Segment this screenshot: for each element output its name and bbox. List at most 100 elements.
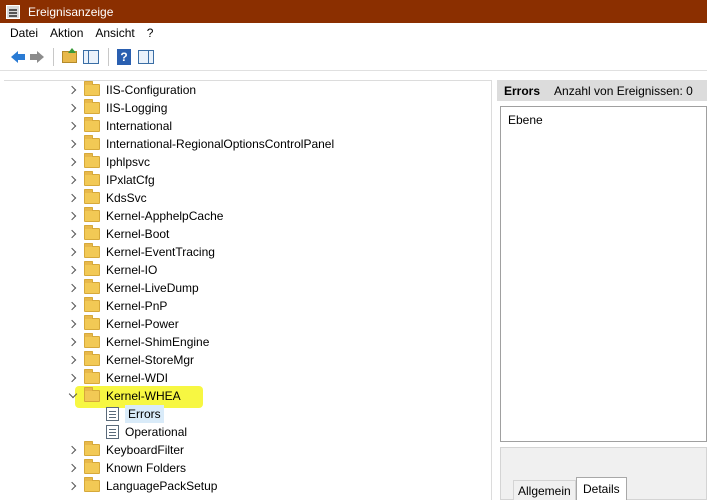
expand-chevron-icon[interactable] [67,481,78,491]
expand-chevron-icon[interactable] [67,85,78,95]
tree-item-operational-log[interactable]: Operational [4,423,491,441]
log-title: Errors [504,83,541,98]
tree-item[interactable]: International-RegionalOptionsControlPane… [4,135,491,153]
expand-chevron-icon[interactable] [67,193,78,203]
expand-chevron-icon[interactable] [67,373,78,383]
expand-chevron-icon[interactable] [67,445,78,455]
tree-item[interactable]: Kernel-ApphelpCache [4,207,491,225]
tree-item-label: International-RegionalOptionsControlPane… [106,137,335,151]
log-header: Errors Anzahl von Ereignissen: 0 [497,80,707,101]
window-title: Ereignisanzeige [28,4,114,19]
tree-item[interactable]: IIS-Logging [4,99,491,117]
show-hide-tree-button[interactable] [81,47,101,67]
folder-icon [84,153,100,168]
expand-chevron-icon[interactable] [67,463,78,473]
tree-item[interactable]: KeyboardFilter [4,441,491,459]
menu-help[interactable]: ? [141,23,160,43]
forward-arrow-icon [29,50,44,63]
expand-chevron-icon[interactable] [67,139,78,149]
tree-item[interactable]: Kernel-StoreMgr [4,351,491,369]
tree-item[interactable]: IIS-Configuration [4,81,491,99]
tree-item[interactable]: Kernel-ShimEngine [4,333,491,351]
menu-ansicht[interactable]: Ansicht [89,23,140,43]
folder-icon [84,225,100,240]
tree-item-label: Kernel-ApphelpCache [106,209,224,223]
column-header-level[interactable]: Ebene [508,113,543,127]
tree-item[interactable]: Kernel-IO [4,261,491,279]
tree-item[interactable]: Kernel-PnP [4,297,491,315]
tree-item-label: Errors [125,405,164,423]
expand-chevron-icon[interactable] [67,121,78,131]
show-hide-action-pane-button[interactable] [136,47,156,67]
tree-item-label: IIS-Logging [106,101,168,115]
tree-item-label: Kernel-WDI [106,371,169,385]
tree-item[interactable]: Iphlpsvc [4,153,491,171]
tree-item-label: Kernel-IO [106,263,158,277]
tree-item[interactable]: KdsSvc [4,189,491,207]
tree-item[interactable]: LanguagePackSetup [4,477,491,495]
event-log-icon [106,425,119,439]
expand-chevron-icon[interactable] [67,283,78,293]
expand-chevron-icon[interactable] [67,355,78,365]
expand-chevron-icon[interactable] [67,157,78,167]
tree-item-label: LanguagePackSetup [106,479,218,493]
tree-item-label: Kernel-EventTracing [106,245,215,259]
help-button[interactable]: ? [114,47,134,67]
tree-item-label: KdsSvc [106,191,147,205]
folder-icon [84,189,100,204]
forward-button[interactable] [26,47,46,67]
tree-item[interactable]: Kernel-Boot [4,225,491,243]
expand-chevron-icon[interactable] [67,301,78,311]
folder-icon [84,117,100,132]
tab-allgemein[interactable]: Allgemein [513,480,576,500]
toolbar: ? [0,43,707,71]
folder-up-icon [61,47,77,63]
tree-item[interactable]: Known Folders [4,459,491,477]
expand-chevron-icon[interactable] [67,265,78,275]
collapse-chevron-icon[interactable] [68,389,78,401]
tree-item[interactable]: Kernel-EventTracing [4,243,491,261]
menu-datei[interactable]: Datei [4,23,44,43]
tree-item-label: Kernel-StoreMgr [106,353,195,367]
menu-bar: Datei Aktion Ansicht ? [0,23,707,43]
folder-icon [84,351,100,366]
tab-details[interactable]: Details [576,477,627,500]
folder-icon [84,99,100,114]
expand-chevron-icon[interactable] [67,319,78,329]
tree-item-label: Kernel-ShimEngine [106,335,210,349]
folder-open-icon [84,387,100,402]
folder-icon [84,297,100,312]
tree-item[interactable]: Kernel-Power [4,315,491,333]
tree-item[interactable]: International [4,117,491,135]
console-tree[interactable]: IIS-Configuration IIS-Logging Internatio… [4,80,492,500]
tree-item[interactable]: Kernel-WDI [4,369,491,387]
tree-item[interactable]: Kernel-LiveDump [4,279,491,297]
expand-chevron-icon[interactable] [67,211,78,221]
folder-icon [84,459,100,474]
expand-chevron-icon[interactable] [67,103,78,113]
tree-item-label: Iphlpsvc [106,155,151,169]
menu-aktion[interactable]: Aktion [44,23,89,43]
expand-chevron-icon[interactable] [67,229,78,239]
expand-chevron-icon[interactable] [67,175,78,185]
tree-item-label: KeyboardFilter [106,443,185,457]
folder-icon [84,333,100,348]
tree-item-label: Kernel-WHEA [106,389,181,403]
folder-icon [84,171,100,186]
tree-item-label: Kernel-PnP [106,299,168,313]
tree-item-kernel-whea[interactable]: Kernel-WHEA [4,387,491,405]
expand-chevron-icon[interactable] [67,247,78,257]
up-one-level-button[interactable] [59,47,79,67]
tree-item-label: Operational [125,425,188,439]
back-button[interactable] [4,47,25,67]
folder-icon [84,207,100,222]
tree-item-errors-log[interactable]: Errors [4,405,491,423]
event-count: Anzahl von Ereignissen: 0 [554,83,693,98]
event-viewer-app-icon [6,4,20,19]
expand-chevron-icon[interactable] [67,337,78,347]
title-bar: Ereignisanzeige [0,0,707,23]
tree-item[interactable]: IPxlatCfg [4,171,491,189]
event-list[interactable]: Ebene [500,106,707,442]
folder-icon [84,135,100,150]
tree-item-label: Kernel-LiveDump [106,281,199,295]
